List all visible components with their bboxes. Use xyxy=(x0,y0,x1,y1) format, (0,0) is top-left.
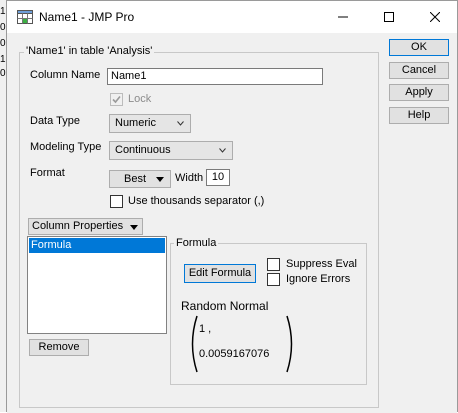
format-label: Format xyxy=(30,167,65,179)
dropdown-arrow-icon xyxy=(130,225,138,230)
cancel-button[interactable]: Cancel xyxy=(389,62,449,79)
formula-function-name: Random Normal xyxy=(181,299,269,313)
minimize-button[interactable] xyxy=(320,1,366,33)
maximize-button[interactable] xyxy=(366,1,412,33)
thousands-separator-checkbox[interactable] xyxy=(110,195,123,208)
chevron-down-icon xyxy=(177,121,184,126)
format-dropdown-button[interactable]: Best xyxy=(109,170,171,188)
format-value: Best xyxy=(124,173,147,185)
close-button[interactable] xyxy=(412,1,458,33)
dialog-body: 'Name1' in table 'Analysis' Column Name … xyxy=(7,33,457,413)
background-text: 0 xyxy=(0,38,6,49)
edit-formula-button[interactable]: Edit Formula xyxy=(184,264,256,283)
ok-button[interactable]: OK xyxy=(389,39,449,56)
background-text: 0 xyxy=(0,68,6,79)
window-title: Name1 - JMP Pro xyxy=(39,10,135,24)
dropdown-arrow-icon xyxy=(156,177,164,182)
list-item[interactable]: Formula xyxy=(29,238,165,253)
data-type-label: Data Type xyxy=(30,115,80,127)
ignore-errors-label: Ignore Errors xyxy=(286,273,351,285)
ignore-errors-checkbox[interactable] xyxy=(267,273,280,286)
modeling-type-dropdown[interactable]: Continuous xyxy=(109,141,233,160)
modeling-type-label: Modeling Type xyxy=(30,141,102,153)
column-name-input[interactable]: Name1 xyxy=(107,68,323,85)
column-properties-list[interactable]: Formula xyxy=(27,236,167,334)
suppress-eval-label: Suppress Eval xyxy=(286,258,357,270)
formula-arg-1: 1 , xyxy=(199,323,212,335)
modeling-type-value: Continuous xyxy=(115,144,171,156)
suppress-eval-checkbox[interactable] xyxy=(267,258,280,271)
group-title: 'Name1' in table 'Analysis' xyxy=(24,45,155,57)
lock-label: Lock xyxy=(128,93,152,105)
minimize-icon xyxy=(338,16,348,18)
column-name-label: Column Name xyxy=(30,69,101,81)
checkmark-icon xyxy=(112,95,121,104)
apply-button[interactable]: Apply xyxy=(389,84,449,101)
data-type-dropdown[interactable]: Numeric xyxy=(109,114,191,133)
maximize-icon xyxy=(384,12,394,22)
column-info-dialog: Name1 - JMP Pro 'Name1' in table 'Analys… xyxy=(6,0,458,413)
formula-group-title: Formula xyxy=(174,237,219,249)
thousands-separator-label: Use thousands separator (,) xyxy=(128,195,265,207)
close-icon xyxy=(430,12,440,22)
title-bar[interactable]: Name1 - JMP Pro xyxy=(7,1,457,33)
help-button[interactable]: Help xyxy=(389,107,449,124)
data-type-value: Numeric xyxy=(115,117,156,129)
background-text: 0 xyxy=(0,22,6,33)
lock-checkbox xyxy=(110,93,123,106)
width-label: Width xyxy=(175,172,204,184)
background-text: 1 xyxy=(0,6,6,17)
right-paren-icon xyxy=(286,315,293,373)
left-paren-icon xyxy=(191,315,198,373)
remove-button[interactable]: Remove xyxy=(29,339,89,356)
formula-arg-2: 0.0059167076 xyxy=(199,348,270,360)
width-input[interactable]: 10 xyxy=(206,169,230,186)
background-text: 1 xyxy=(0,54,6,65)
column-properties-label: Column Properties xyxy=(32,220,124,232)
column-properties-button[interactable]: Column Properties xyxy=(28,218,143,235)
chevron-down-icon xyxy=(219,148,226,153)
jmp-table-icon xyxy=(17,10,33,24)
